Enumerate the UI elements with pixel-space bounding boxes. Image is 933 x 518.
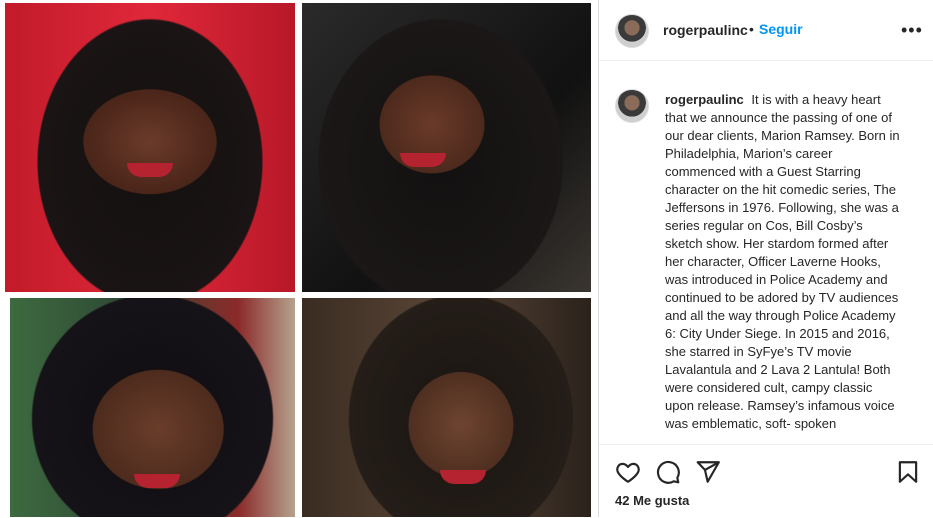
photo-detail bbox=[400, 153, 446, 167]
more-options-icon[interactable]: ••• bbox=[901, 20, 923, 41]
caption-text: It is with a heavy heart that we announc… bbox=[665, 92, 900, 431]
post-header: rogerpaulinc • Seguir ••• bbox=[599, 0, 933, 61]
post-media[interactable] bbox=[0, 0, 598, 517]
follow-button[interactable]: Seguir bbox=[759, 21, 803, 37]
header-username[interactable]: rogerpaulinc bbox=[663, 22, 748, 38]
photo-top-left[interactable] bbox=[5, 3, 295, 292]
caption-avatar[interactable] bbox=[615, 89, 649, 123]
post-side-panel: rogerpaulinc • Seguir ••• rogerpaulinc I… bbox=[598, 0, 933, 518]
avatar[interactable] bbox=[615, 14, 649, 48]
comment-icon[interactable] bbox=[655, 459, 681, 485]
likes-count[interactable]: 42 Me gusta bbox=[615, 493, 689, 508]
photo-detail bbox=[127, 163, 173, 177]
bookmark-icon[interactable] bbox=[895, 459, 921, 485]
photo-top-right[interactable] bbox=[302, 3, 591, 292]
caption: rogerpaulinc It is with a heavy heart th… bbox=[665, 91, 903, 433]
caption-username[interactable]: rogerpaulinc bbox=[665, 92, 744, 107]
photo-detail bbox=[134, 474, 180, 488]
heart-icon[interactable] bbox=[615, 459, 641, 485]
photo-bottom-right[interactable] bbox=[302, 298, 591, 517]
photo-detail bbox=[440, 470, 486, 484]
separator-dot: • bbox=[749, 21, 754, 37]
share-icon[interactable] bbox=[695, 459, 721, 485]
photo-bottom-left[interactable] bbox=[10, 298, 295, 517]
comments-area[interactable]: rogerpaulinc It is with a heavy heart th… bbox=[599, 61, 933, 444]
action-bar: 42 Me gusta bbox=[599, 444, 933, 518]
